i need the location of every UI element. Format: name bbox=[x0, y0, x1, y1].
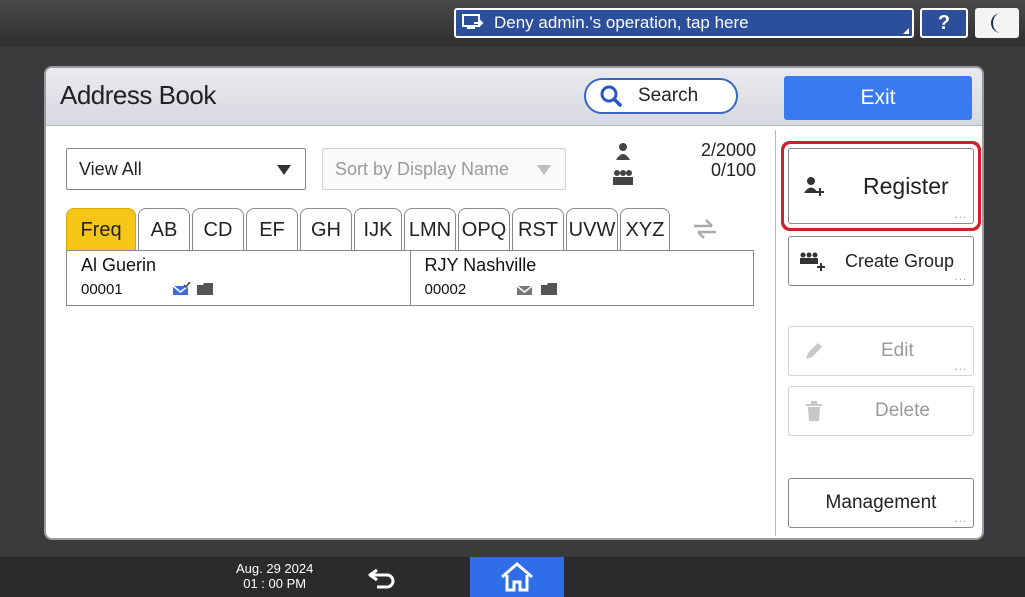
switch-tab-set-button[interactable] bbox=[678, 208, 732, 250]
exit-button[interactable]: Exit bbox=[784, 76, 972, 120]
management-button[interactable]: Management ... bbox=[788, 478, 974, 528]
date-text: Aug. 29 2024 bbox=[236, 561, 314, 576]
tab-cd[interactable]: CD bbox=[192, 208, 244, 250]
index-tabs: Freq AB CD EF GH IJK LMN OPQ RST UVW XYZ bbox=[66, 206, 732, 250]
group-icon bbox=[613, 170, 633, 185]
dropdown-arrow-icon bbox=[537, 165, 551, 175]
view-filter-select[interactable]: View All bbox=[66, 148, 306, 190]
tab-ijk[interactable]: IJK bbox=[354, 208, 402, 250]
folder-icon bbox=[540, 283, 557, 295]
entry-name: Al Guerin bbox=[81, 255, 157, 275]
count-icons bbox=[612, 142, 634, 186]
panel-header: Address Book Search Exit bbox=[46, 68, 982, 126]
edit-label: Edit bbox=[881, 340, 914, 361]
moon-icon bbox=[991, 13, 1001, 33]
address-book-panel: Address Book Search Exit View All Sort b… bbox=[44, 66, 984, 540]
dropdown-arrow-icon bbox=[277, 165, 291, 175]
delete-label: Delete bbox=[875, 400, 930, 421]
switch-arrows-icon bbox=[694, 219, 716, 239]
list-item[interactable]: Al Guerin 00001 bbox=[67, 251, 410, 305]
more-indicator: ... bbox=[954, 513, 967, 525]
entry-number: 00001 bbox=[81, 281, 123, 298]
trash-icon bbox=[806, 401, 822, 421]
corner-indicator-icon bbox=[903, 28, 909, 34]
edit-button[interactable]: Edit ... bbox=[788, 326, 974, 376]
pencil-icon bbox=[806, 343, 822, 359]
search-button[interactable]: Search bbox=[584, 78, 738, 114]
page-title: Address Book bbox=[60, 80, 216, 110]
home-icon bbox=[501, 562, 533, 592]
more-indicator: ... bbox=[954, 361, 967, 373]
time-text: 01 : 00 PM bbox=[243, 576, 307, 591]
date-time-display: Aug. 29 2024 01 : 00 PM bbox=[236, 561, 313, 591]
deny-admin-label: Deny admin.'s operation, tap here bbox=[494, 13, 749, 32]
back-button[interactable] bbox=[360, 562, 406, 594]
folder-icon bbox=[197, 283, 213, 295]
tab-ef[interactable]: EF bbox=[246, 208, 298, 250]
entry-number: 00002 bbox=[424, 281, 467, 298]
list-item[interactable]: RJY Nashville 00002 bbox=[409, 251, 754, 305]
search-icon bbox=[600, 85, 622, 107]
energy-saver-button[interactable] bbox=[975, 8, 1019, 38]
back-arrow-icon bbox=[368, 568, 395, 589]
user-count: 2/2000 bbox=[700, 140, 756, 160]
more-indicator: ... bbox=[954, 209, 967, 221]
destination-list: Al Guerin 00001 RJY Nashville 00002 bbox=[66, 250, 754, 306]
tab-ab[interactable]: AB bbox=[138, 208, 190, 250]
sort-select: Sort by Display Name bbox=[322, 148, 566, 190]
tab-uvw[interactable]: UVW bbox=[566, 208, 618, 250]
create-group-button[interactable]: Create Group ... bbox=[788, 236, 974, 286]
group-count: 0/100 bbox=[710, 160, 756, 180]
tab-opq[interactable]: OPQ bbox=[458, 208, 510, 250]
more-indicator: ... bbox=[954, 271, 967, 283]
column-divider bbox=[775, 130, 776, 536]
email-selected-icon bbox=[173, 282, 191, 295]
add-group-icon bbox=[800, 252, 825, 271]
create-group-label: Create Group bbox=[845, 250, 955, 271]
register-label: Register bbox=[863, 172, 949, 199]
home-button[interactable] bbox=[470, 557, 564, 597]
view-filter-value: View All bbox=[79, 159, 142, 179]
tab-rst[interactable]: RST bbox=[512, 208, 564, 250]
tab-freq[interactable]: Freq bbox=[66, 208, 136, 250]
add-user-icon bbox=[804, 177, 824, 196]
sort-value: Sort by Display Name bbox=[335, 159, 510, 179]
bottom-system-bar: Aug. 29 2024 01 : 00 PM bbox=[0, 557, 1025, 597]
register-button[interactable]: Register ... bbox=[788, 148, 974, 224]
tab-lmn[interactable]: LMN bbox=[404, 208, 456, 250]
tab-xyz[interactable]: XYZ bbox=[620, 208, 670, 250]
search-label: Search bbox=[638, 85, 699, 106]
delete-button[interactable]: Delete bbox=[788, 386, 974, 436]
entry-name: RJY Nashville bbox=[424, 255, 537, 275]
top-status-bar: Deny admin.'s operation, tap here ? bbox=[0, 0, 1025, 46]
management-label: Management bbox=[825, 492, 937, 513]
email-icon bbox=[516, 285, 532, 295]
help-button[interactable]: ? bbox=[920, 8, 968, 38]
deny-admin-operation-button[interactable]: Deny admin.'s operation, tap here bbox=[454, 8, 914, 38]
user-icon bbox=[616, 143, 630, 160]
remote-screen-icon bbox=[462, 14, 484, 32]
tab-gh[interactable]: GH bbox=[300, 208, 352, 250]
entry-counts: 2/2000 0/100 bbox=[646, 140, 756, 180]
